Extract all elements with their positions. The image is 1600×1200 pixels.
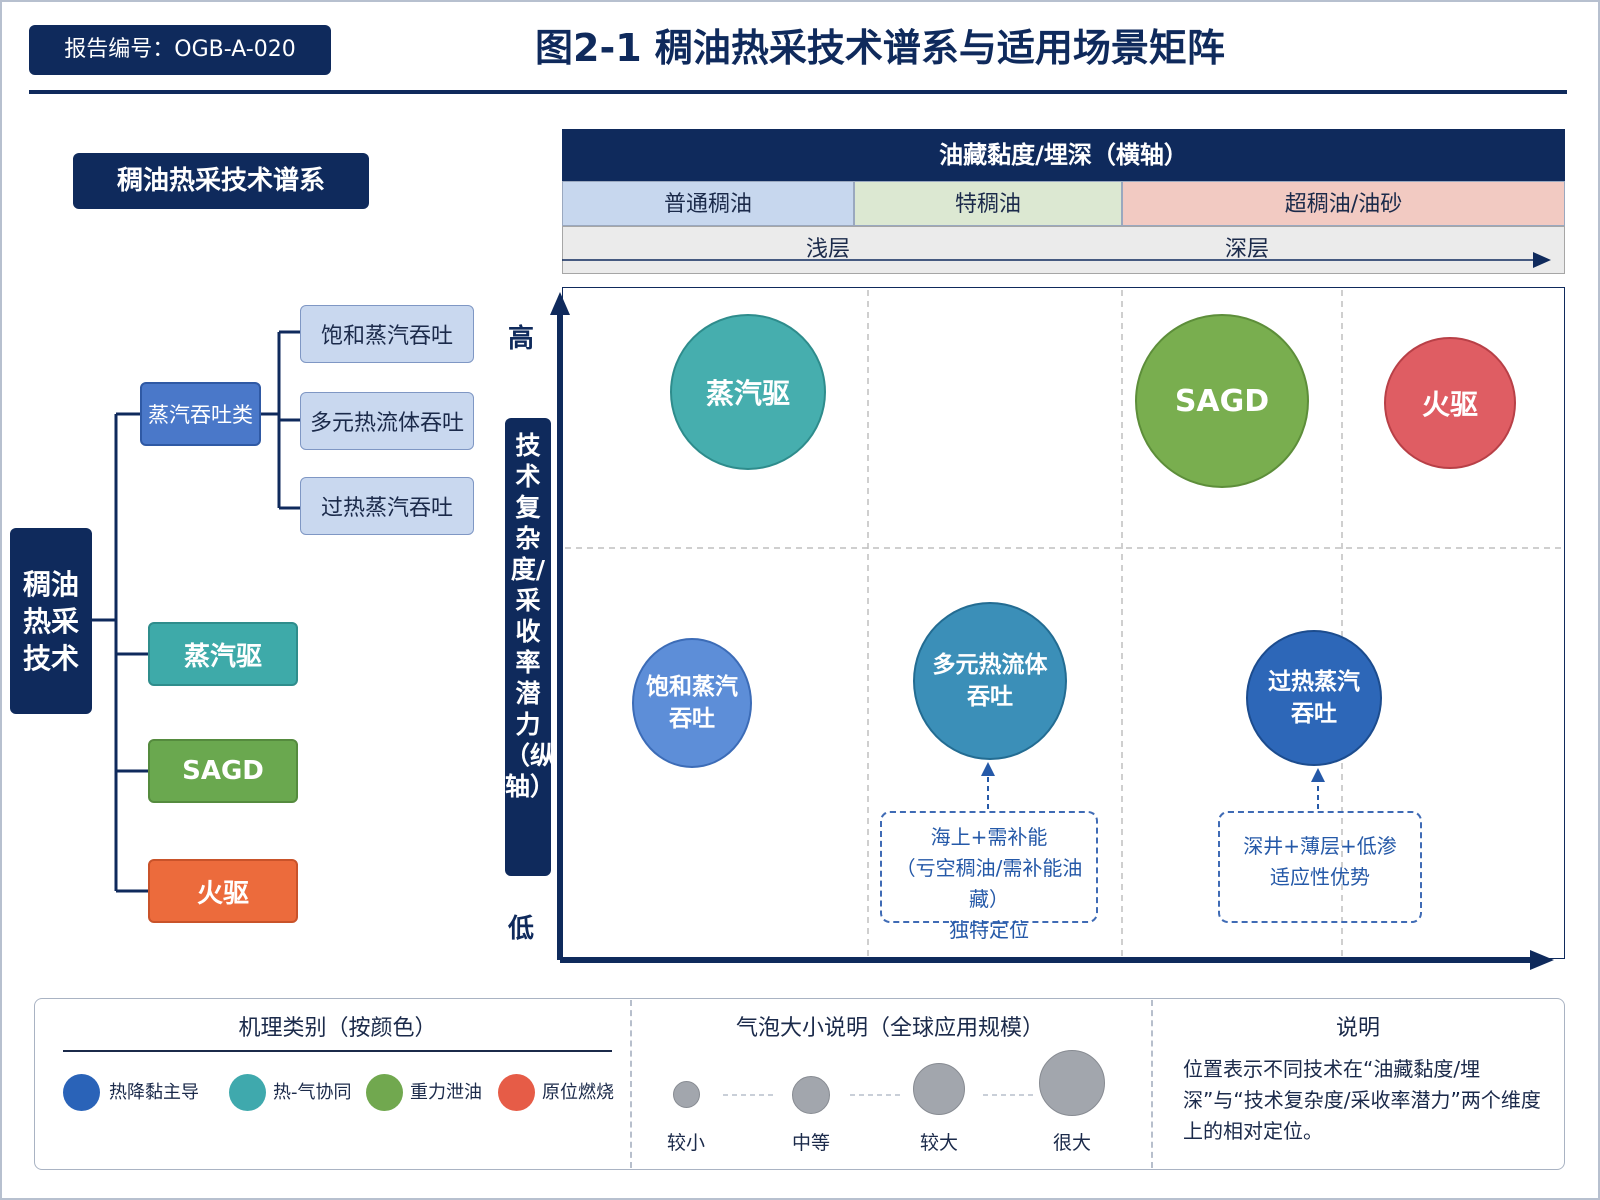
bubble-super-line2: 吞吐 bbox=[1291, 701, 1337, 727]
legend-color-dot bbox=[63, 1074, 100, 1111]
legend-size-dot-small bbox=[673, 1081, 700, 1108]
legend-size-label: 较小 bbox=[666, 1132, 705, 1154]
legend-size-dot-large bbox=[913, 1063, 965, 1115]
callout-multi-line3: 独特定位 bbox=[949, 918, 1029, 942]
legend-mechanism-label: 热降黏主导 bbox=[109, 1082, 199, 1103]
bubble-super-line1: 过热蒸汽 bbox=[1268, 669, 1360, 695]
legend-color-dot bbox=[229, 1074, 266, 1111]
bubble-multi-thermal: 多元热流体 吞吐 bbox=[913, 602, 1067, 760]
callout-superheated: 深井+薄层+低渗 适应性优势 bbox=[1218, 811, 1422, 923]
legend-size-label: 很大 bbox=[1052, 1132, 1091, 1154]
legend-color-dot bbox=[366, 1074, 403, 1111]
legend-color-dot bbox=[498, 1074, 535, 1111]
legend-note-title: 说明 bbox=[1335, 1016, 1380, 1041]
callout-super-line2: 适应性优势 bbox=[1270, 865, 1370, 889]
bubble-multi-line2: 吞吐 bbox=[967, 684, 1013, 710]
legend-size-label: 中等 bbox=[791, 1132, 830, 1154]
legend-note-text: 位置表示不同技术在“油藏黏度/埋深”与“技术复杂度/采收率潜力”两个维度上的相对… bbox=[1183, 1057, 1541, 1143]
bubble-sagd: SAGD bbox=[1135, 314, 1309, 488]
callout-multi-thermal: 海上+需补能 （亏空稠油/需补能油藏） 独特定位 bbox=[880, 811, 1098, 942]
bubble-saturated-cyclic: 饱和蒸汽 吞吐 bbox=[632, 638, 752, 768]
bubble-superheated: 过热蒸汽 吞吐 bbox=[1246, 630, 1382, 766]
bubble-steam-drive: 蒸汽驱 bbox=[670, 314, 826, 470]
legend-mechanism-rule bbox=[63, 1050, 612, 1052]
legend-mechanism-label: 原位燃烧 bbox=[542, 1082, 614, 1103]
legend-size-dot-medium bbox=[792, 1076, 830, 1114]
callout-multi-line2: （亏空稠油/需补能油藏） bbox=[895, 856, 1083, 911]
legend-mechanism-label: 热-气协同 bbox=[273, 1082, 352, 1103]
bubble-saturated-line2: 吞吐 bbox=[669, 706, 715, 732]
legend-mechanism-title: 机理类别（按颜色） bbox=[238, 1016, 437, 1041]
legend-size-dot-very-large bbox=[1039, 1050, 1105, 1116]
bubble-fire-flood: 火驱 bbox=[1384, 337, 1516, 469]
bubble-multi-line1: 多元热流体 bbox=[932, 652, 1048, 678]
callout-super-line1: 深井+薄层+低渗 bbox=[1243, 834, 1397, 858]
callout-multi-line1: 海上+需补能 bbox=[930, 825, 1048, 849]
legend-mechanism-label: 重力泄油 bbox=[410, 1082, 482, 1103]
bubble-saturated-line1: 饱和蒸汽 bbox=[646, 674, 738, 700]
legend-size-label: 较大 bbox=[919, 1132, 958, 1154]
legend-divider bbox=[630, 1000, 632, 1168]
legend-size-title: 气泡大小说明（全球应用规模） bbox=[735, 1016, 1044, 1041]
